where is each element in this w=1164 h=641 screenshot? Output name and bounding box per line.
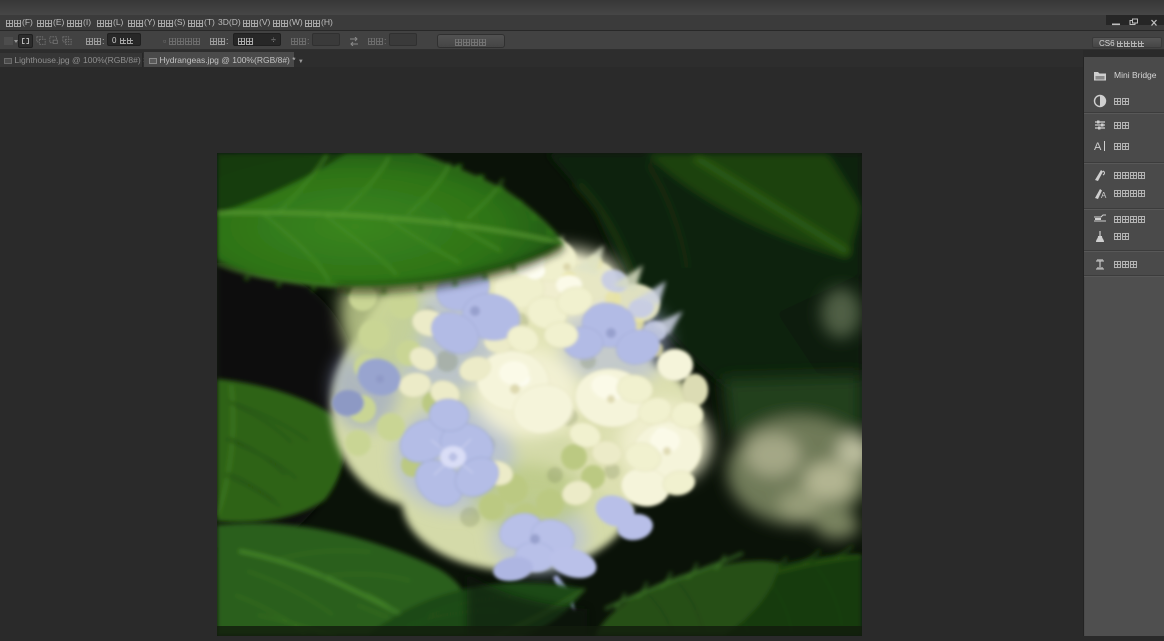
svg-text:A: A <box>1101 191 1107 200</box>
svg-text:A: A <box>1094 141 1102 153</box>
